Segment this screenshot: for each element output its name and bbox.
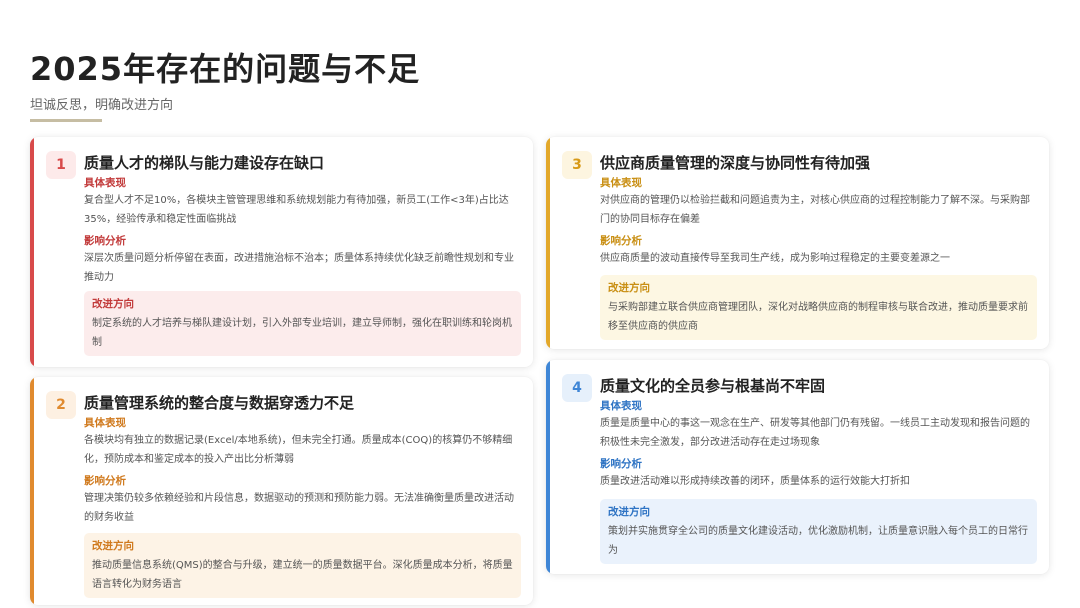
page-title: 2025年存在的问题与不足 xyxy=(30,50,421,88)
improve-text: 推动质量信息系统(QMS)的整合与升级，建立统一的质量数据平台。深化质量成本分析… xyxy=(92,560,513,590)
improve-box: 改进方向 制定系统的人才培养与梯队建设计划，引入外部专业培训，建立导师制，强化在… xyxy=(84,291,521,356)
impact-section: 影响分析 管理决策仍较多依赖经验和片段信息，数据驱动的预测和预防能力弱。无法准确… xyxy=(84,473,519,527)
impact-label: 影响分析 xyxy=(84,475,126,487)
improve-text: 策划并实施贯穿全公司的质量文化建设活动，优化激励机制，让质量意识融入每个员工的日… xyxy=(608,526,1028,556)
impact-text: 质量改进活动难以形成持续改善的闭环，质量体系的运行效能大打折扣 xyxy=(600,476,910,487)
symptom-label: 具体表现 xyxy=(600,177,642,189)
page-subtitle: 坦诚反思，明确改进方向 xyxy=(30,98,174,113)
improve-text: 制定系统的人才培养与梯队建设计划，引入外部专业培训，建立导师制，强化在职训练和轮… xyxy=(92,318,512,348)
improve-box: 改进方向 策划并实施贯穿全公司的质量文化建设活动，优化激励机制，让质量意识融入每… xyxy=(600,499,1037,564)
symptom-text: 质量是质量中心的事这一观念在生产、研发等其他部门仍有残留。一线员工主动发现和报告… xyxy=(600,418,1030,448)
symptom-label: 具体表现 xyxy=(84,177,126,189)
card-title: 供应商质量管理的深度与协同性有待加强 xyxy=(600,154,871,172)
impact-label: 影响分析 xyxy=(84,235,126,247)
impact-section: 影响分析 深层次质量问题分析停留在表面，改进措施治标不治本；质量体系持续优化缺乏… xyxy=(84,233,519,287)
symptom-label: 具体表现 xyxy=(84,417,126,429)
improve-label: 改进方向 xyxy=(608,506,650,518)
symptom-text: 复合型人才不足10%，各模块主管管理思维和系统规划能力有待加强，新员工(工作<3… xyxy=(84,195,509,225)
symptom-section: 具体表现 复合型人才不足10%，各模块主管管理思维和系统规划能力有待加强，新员工… xyxy=(84,175,519,229)
improve-label: 改进方向 xyxy=(92,540,134,552)
improve-box: 改进方向 推动质量信息系统(QMS)的整合与升级，建立统一的质量数据平台。深化质… xyxy=(84,533,521,598)
improve-label: 改进方向 xyxy=(608,282,650,294)
symptom-section: 具体表现 对供应商的管理仍以检验拦截和问题追责为主，对核心供应商的过程控制能力了… xyxy=(600,175,1035,229)
card-title: 质量管理系统的整合度与数据穿透力不足 xyxy=(84,394,355,412)
impact-section: 影响分析 供应商质量的波动直接传导至我司生产线，成为影响过程稳定的主要变差源之一 xyxy=(600,233,1035,268)
impact-text: 深层次质量问题分析停留在表面，改进措施治标不治本；质量体系持续优化缺乏前瞻性规划… xyxy=(84,253,514,283)
symptom-label: 具体表现 xyxy=(600,400,642,412)
improve-box: 改进方向 与采购部建立联合供应商管理团队，深化对战略供应商的制程审核与联合改进，… xyxy=(600,275,1037,340)
impact-label: 影响分析 xyxy=(600,235,642,247)
issue-card-3: 3 供应商质量管理的深度与协同性有待加强 具体表现 对供应商的管理仍以检验拦截和… xyxy=(546,137,1049,349)
improve-text: 与采购部建立联合供应商管理团队，深化对战略供应商的制程审核与联合改进，推动质量要… xyxy=(608,302,1028,332)
card-title: 质量文化的全员参与根基尚不牢固 xyxy=(600,377,826,395)
symptom-section: 具体表现 各模块均有独立的数据记录(Excel/本地系统)，但未完全打通。质量成… xyxy=(84,415,519,469)
card-accent-bar xyxy=(546,137,550,349)
card-accent-bar xyxy=(30,137,34,367)
issue-card-1: 1 质量人才的梯队与能力建设存在缺口 具体表现 复合型人才不足10%，各模块主管… xyxy=(30,137,533,367)
card-accent-bar xyxy=(30,377,34,605)
symptom-text: 各模块均有独立的数据记录(Excel/本地系统)，但未完全打通。质量成本(COQ… xyxy=(84,435,513,465)
title-underline xyxy=(30,119,102,122)
card-number-badge: 1 xyxy=(46,151,76,179)
card-number-badge: 3 xyxy=(562,151,592,179)
symptom-section: 具体表现 质量是质量中心的事这一观念在生产、研发等其他部门仍有残留。一线员工主动… xyxy=(600,398,1035,452)
symptom-text: 对供应商的管理仍以检验拦截和问题追责为主，对核心供应商的过程控制能力了解不深。与… xyxy=(600,195,1030,225)
impact-text: 供应商质量的波动直接传导至我司生产线，成为影响过程稳定的主要变差源之一 xyxy=(600,253,950,264)
issue-card-4: 4 质量文化的全员参与根基尚不牢固 具体表现 质量是质量中心的事这一观念在生产、… xyxy=(546,360,1049,574)
card-title: 质量人才的梯队与能力建设存在缺口 xyxy=(84,154,325,172)
improve-label: 改进方向 xyxy=(92,298,134,310)
card-number-badge: 4 xyxy=(562,374,592,402)
impact-section: 影响分析 质量改进活动难以形成持续改善的闭环，质量体系的运行效能大打折扣 xyxy=(600,456,1035,491)
card-accent-bar xyxy=(546,360,550,574)
issue-card-2: 2 质量管理系统的整合度与数据穿透力不足 具体表现 各模块均有独立的数据记录(E… xyxy=(30,377,533,605)
card-number-badge: 2 xyxy=(46,391,76,419)
impact-label: 影响分析 xyxy=(600,458,642,470)
impact-text: 管理决策仍较多依赖经验和片段信息，数据驱动的预测和预防能力弱。无法准确衡量质量改… xyxy=(84,493,514,523)
